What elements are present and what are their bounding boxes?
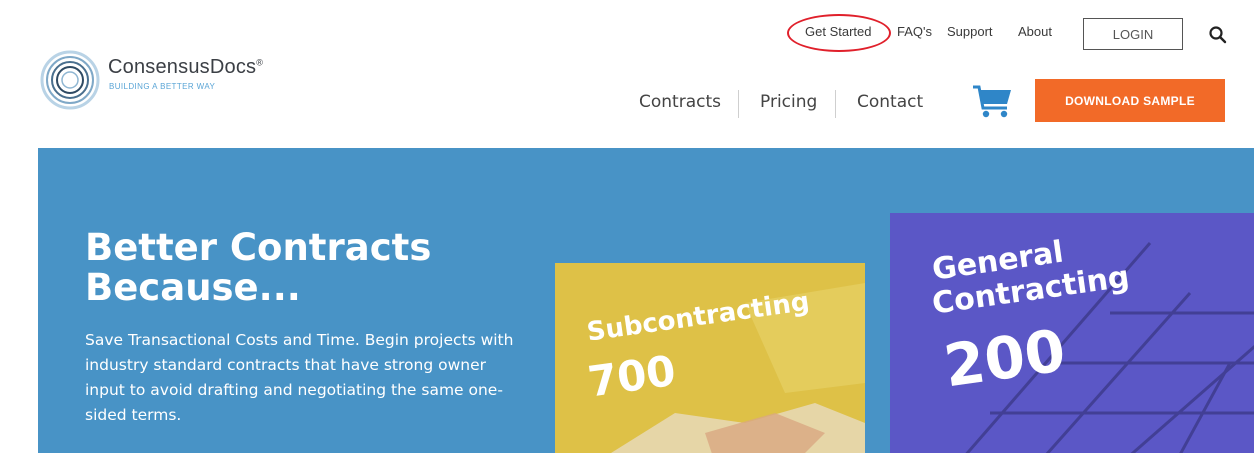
nav-contracts[interactable]: Contracts (639, 92, 721, 112)
nav-contact[interactable]: Contact (857, 92, 923, 112)
nav-pricing[interactable]: Pricing (760, 92, 817, 112)
top-nav-support[interactable]: Support (947, 24, 993, 39)
nav-divider (835, 90, 836, 118)
brand-name-text: ConsensusDocs (108, 56, 257, 78)
brand-name: ConsensusDocs® (108, 56, 263, 79)
subcontracting-card[interactable]: Subcontracting 700 (555, 263, 865, 453)
brand-tagline: BUILDING A BETTER WAY (109, 82, 216, 91)
consensusdocs-logo-icon (40, 50, 100, 110)
shopping-cart-icon[interactable] (971, 82, 1015, 120)
top-nav-about[interactable]: About (1018, 24, 1052, 39)
general-contracting-card[interactable]: General Contracting 200 (890, 213, 1254, 453)
hero-title: Better Contracts Because... (85, 226, 432, 309)
registered-mark: ® (256, 57, 264, 68)
top-nav-get-started[interactable]: Get Started (805, 24, 871, 39)
download-sample-button[interactable]: DOWNLOAD SAMPLE (1035, 79, 1225, 122)
top-nav-faqs[interactable]: FAQ's (897, 24, 932, 39)
nav-divider (738, 90, 739, 118)
hero-banner: Better Contracts Because... Save Transac… (38, 148, 1254, 453)
login-button[interactable]: LOGIN (1083, 18, 1183, 50)
hero-description: Save Transactional Costs and Time. Begin… (85, 331, 514, 424)
search-icon[interactable] (1208, 25, 1228, 45)
